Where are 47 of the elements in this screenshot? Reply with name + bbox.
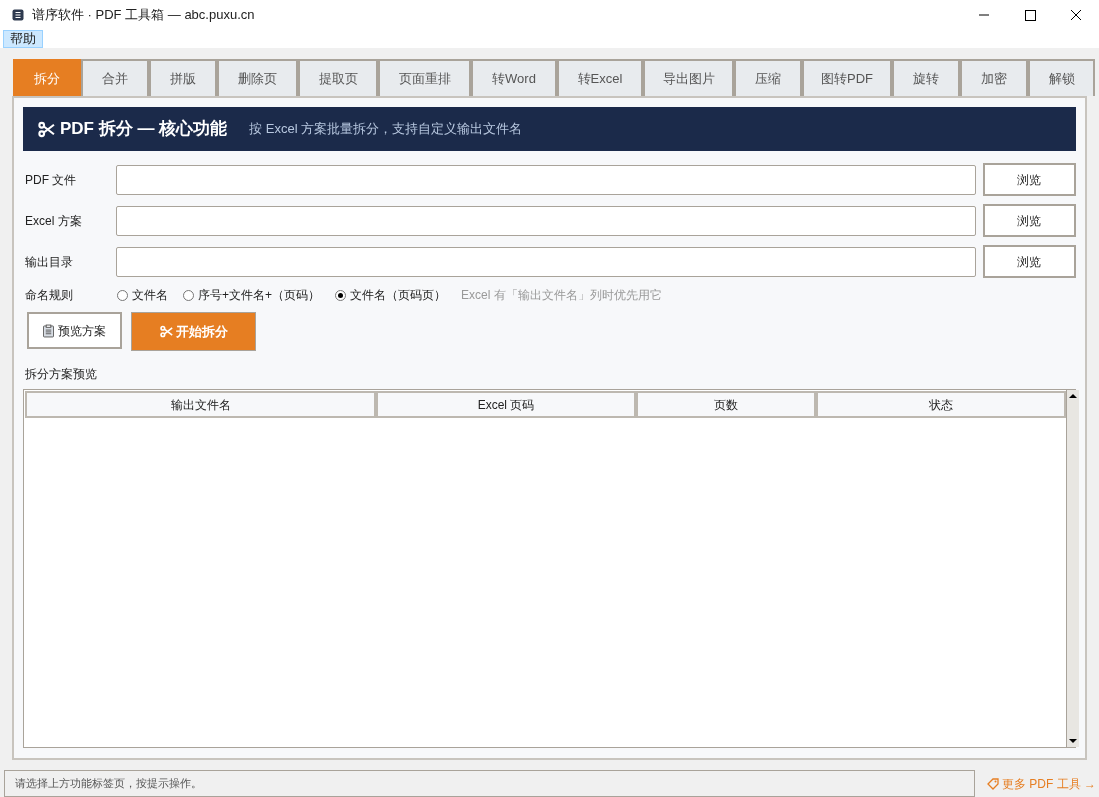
column-header[interactable]: Excel 页码 (376, 391, 636, 418)
browse-button[interactable]: 浏览 (982, 163, 1076, 196)
app-icon (12, 9, 24, 21)
radio-option[interactable]: 序号+文件名+（页码） (183, 286, 320, 304)
hint-text: Excel 有「输出文件名」列时优先用它 (461, 287, 662, 304)
radio-button[interactable] (183, 289, 194, 301)
tab[interactable]: 合并 (81, 59, 149, 96)
banner-title: PDF 拆分 — 核心功能 (60, 118, 228, 141)
field-label: Excel 方案 (24, 212, 83, 230)
tab[interactable]: 图转PDF (802, 59, 892, 96)
column-header[interactable]: 页数 (636, 391, 816, 418)
preview-button[interactable]: 预览方案 (27, 312, 122, 349)
tab[interactable]: 转Excel (557, 59, 643, 96)
window-title: 谱序软件 · PDF 工具箱 — abc.puxu.cn (32, 6, 255, 25)
field-label: PDF 文件 (24, 171, 78, 189)
tab[interactable]: 提取页 (298, 59, 378, 96)
section-title: 拆分方案预览 (25, 366, 98, 383)
column-header[interactable]: 状态 (816, 391, 1066, 418)
tab[interactable]: 页面重排 (378, 59, 471, 96)
scrollbar[interactable] (1066, 390, 1079, 747)
radio-option[interactable]: 文件名（页码页） (335, 286, 446, 304)
tag-icon (987, 777, 999, 790)
tab[interactable]: 删除页 (217, 59, 298, 96)
input-field[interactable] (116, 246, 976, 277)
column-header[interactable]: 输出文件名 (25, 391, 376, 418)
tab[interactable]: 解锁 (1028, 59, 1095, 96)
tab[interactable]: 旋转 (892, 59, 960, 96)
tab[interactable]: 压缩 (734, 59, 802, 96)
browse-button[interactable]: 浏览 (982, 245, 1076, 278)
clipboard-icon (43, 323, 54, 338)
browse-button[interactable]: 浏览 (982, 204, 1076, 237)
field-label: 输出目录 (24, 253, 74, 271)
radio-button[interactable] (117, 289, 128, 301)
menu-item[interactable]: 帮助 (3, 30, 43, 48)
scissors-icon (159, 325, 173, 338)
naming-label: 命名规则 (24, 287, 74, 304)
tab[interactable]: 转Word (471, 59, 557, 96)
banner-subtitle: 按 Excel 方案批量拆分，支持自定义输出文件名 (249, 120, 523, 139)
radio-button[interactable] (335, 289, 346, 301)
input-field[interactable] (116, 205, 976, 236)
scissors-icon (38, 120, 55, 138)
input-field[interactable] (116, 164, 976, 195)
radio-option[interactable]: 文件名 (117, 286, 168, 304)
tab[interactable]: 拼版 (149, 59, 217, 96)
status-text: 请选择上方功能标签页，按提示操作。 (4, 770, 975, 797)
tab[interactable]: 导出图片 (643, 59, 734, 96)
tab[interactable]: 加密 (960, 59, 1028, 96)
